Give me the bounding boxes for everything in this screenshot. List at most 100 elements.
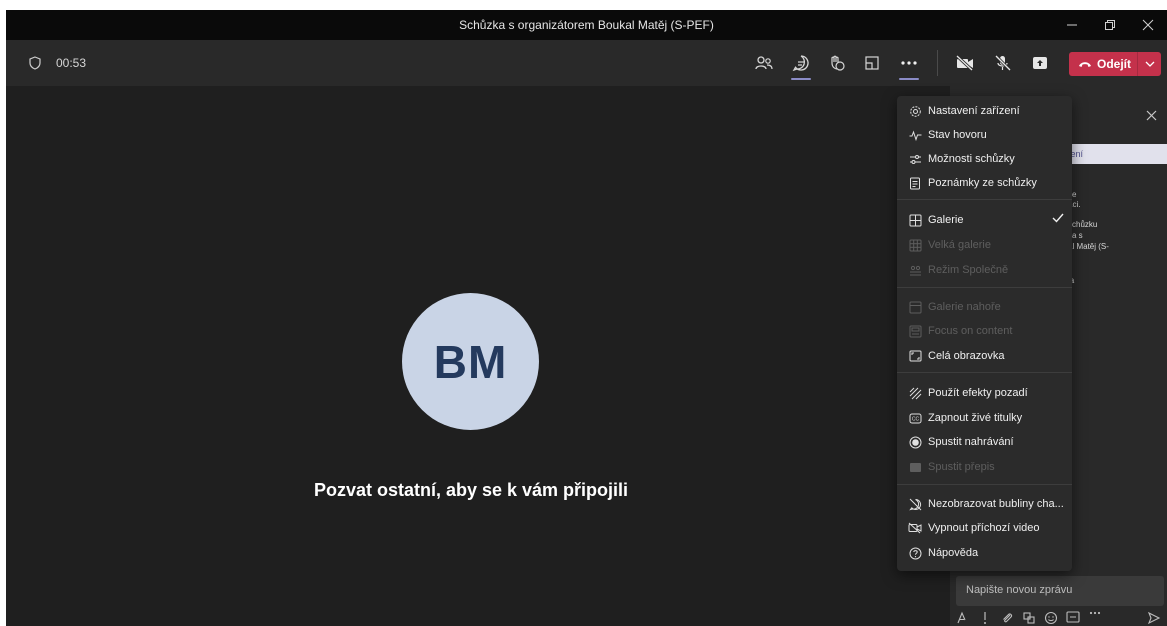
more-icon — [901, 61, 917, 65]
mic-off-icon — [994, 54, 1012, 72]
menu-item-background-effects[interactable]: Použít efekty pozadí — [897, 381, 1072, 405]
leave-button[interactable]: Odejít — [1069, 52, 1161, 76]
menu-item-label: Poznámky ze schůzky — [928, 177, 1037, 189]
active-tab-indicator — [899, 78, 919, 80]
captions-icon: CC — [908, 411, 922, 425]
meeting-timer: 00:53 — [56, 56, 87, 70]
transcript-icon — [908, 460, 922, 474]
menu-item-live-captions[interactable]: CC Zapnout živé titulky — [897, 406, 1072, 430]
menu-item-start-recording[interactable]: Spustit nahrávání — [897, 430, 1072, 454]
chat-text-line: schůzku — [1068, 220, 1098, 229]
format-icon[interactable] — [956, 611, 970, 625]
menu-divider — [897, 287, 1072, 288]
menu-item-label: Focus on content — [928, 325, 1013, 337]
chat-icon — [792, 55, 809, 72]
restore-button[interactable] — [1091, 10, 1129, 40]
meeting-toolbar: 00:53 Odejít — [6, 40, 1167, 86]
svg-text:CC: CC — [911, 416, 919, 422]
attach-icon[interactable] — [1000, 611, 1014, 625]
leave-label: Odejít — [1097, 57, 1132, 71]
menu-item-label: Velká galerie — [928, 239, 991, 251]
window-controls — [1053, 10, 1167, 40]
menu-item-label: Spustit nahrávání — [928, 436, 1014, 448]
teams-meeting-window: Schůzka s organizátorem Boukal Matěj (S-… — [6, 10, 1167, 626]
close-window-button[interactable] — [1129, 10, 1167, 40]
chat-bubble-off-icon — [908, 497, 922, 511]
pulse-icon — [908, 128, 922, 142]
more-actions-button[interactable] — [896, 50, 922, 80]
leave-main-button[interactable]: Odejít — [1069, 52, 1137, 76]
close-icon — [1146, 110, 1157, 121]
checkmark-icon — [1052, 213, 1064, 223]
loop-icon[interactable] — [1022, 611, 1036, 625]
window-title: Schůzka s organizátorem Boukal Matěj (S-… — [459, 18, 714, 32]
toolbar-divider — [937, 50, 938, 76]
send-icon[interactable] — [1147, 611, 1161, 625]
menu-item-focus-on-content: Focus on content — [897, 319, 1072, 343]
camera-toggle-button[interactable] — [952, 50, 978, 76]
menu-item-together-mode: Režim Společně — [897, 258, 1072, 282]
more-actions-menu: Nastavení zařízení Stav hovoru Možnosti … — [897, 96, 1072, 571]
menu-divider — [897, 484, 1072, 485]
menu-divider — [897, 372, 1072, 373]
menu-item-gallery[interactable]: Galerie — [897, 208, 1072, 232]
reactions-icon — [831, 55, 845, 71]
menu-item-label: Spustit přepis — [928, 461, 995, 473]
more-icon[interactable] — [1089, 611, 1101, 615]
gallery-icon — [908, 213, 922, 227]
fullscreen-icon — [908, 349, 922, 363]
focus-icon — [908, 324, 922, 338]
title-bar: Schůzka s organizátorem Boukal Matěj (S-… — [6, 10, 1167, 40]
menu-item-label: Galerie nahoře — [928, 301, 1001, 313]
menu-item-meeting-options[interactable]: Možnosti schůzky — [897, 147, 1072, 171]
background-effects-icon — [908, 386, 922, 400]
menu-item-label: Nastavení zařízení — [928, 105, 1020, 117]
reactions-button[interactable] — [824, 50, 850, 76]
priority-icon[interactable] — [980, 611, 990, 625]
menu-item-meeting-notes[interactable]: Poznámky ze schůzky — [897, 171, 1072, 195]
chat-text-line: al Matěj (S- — [1068, 242, 1109, 251]
compose-message-input[interactable]: Napište novou zprávu — [956, 576, 1164, 606]
gear-icon — [908, 104, 922, 118]
participants-button[interactable] — [751, 50, 777, 76]
breakout-rooms-button[interactable] — [859, 50, 885, 76]
mic-toggle-button[interactable] — [990, 50, 1016, 76]
emoji-icon[interactable] — [1044, 611, 1058, 625]
close-panel-button[interactable] — [1146, 108, 1157, 126]
menu-item-hide-chat-bubbles[interactable]: Nezobrazovat bubliny cha... — [897, 492, 1072, 516]
leave-options-button[interactable] — [1138, 61, 1161, 67]
share-screen-button[interactable] — [1027, 50, 1053, 76]
notes-icon — [908, 176, 922, 190]
menu-item-help[interactable]: Nápověda — [897, 541, 1072, 565]
sliders-icon — [908, 152, 922, 166]
together-icon — [908, 263, 922, 277]
menu-item-label: Celá obrazovka — [928, 350, 1005, 362]
video-off-icon — [908, 521, 922, 535]
menu-item-label: Galerie — [928, 214, 964, 226]
chat-button[interactable] — [788, 50, 814, 80]
menu-item-device-settings[interactable]: Nastavení zařízení — [897, 99, 1072, 123]
menu-item-start-transcript: Spustit přepis — [897, 455, 1072, 479]
menu-item-label: Nezobrazovat bubliny cha... — [928, 498, 1064, 510]
menu-item-large-gallery: Velká galerie — [897, 233, 1072, 257]
menu-item-label: Použít efekty pozadí — [928, 387, 1028, 399]
camera-off-icon — [955, 55, 974, 71]
phone-hangup-icon — [1079, 62, 1091, 67]
minimize-button[interactable] — [1053, 10, 1091, 40]
minimize-icon — [1067, 24, 1077, 26]
menu-item-full-screen[interactable]: Celá obrazovka — [897, 344, 1072, 368]
record-icon — [908, 435, 922, 449]
rooms-icon — [865, 56, 879, 70]
menu-item-label: Vypnout příchozí video — [928, 522, 1040, 534]
menu-item-call-health[interactable]: Stav hovoru — [897, 123, 1072, 147]
share-icon — [1033, 57, 1047, 69]
shield-icon — [29, 56, 41, 70]
gif-icon[interactable] — [1066, 611, 1080, 623]
menu-item-label: Stav hovoru — [928, 129, 987, 141]
compose-toolbar — [950, 610, 1167, 626]
menu-item-label: Režim Společně — [928, 264, 1009, 276]
menu-item-turn-off-incoming-video[interactable]: Vypnout příchozí video — [897, 516, 1072, 540]
menu-divider — [897, 199, 1072, 200]
menu-item-label: Možnosti schůzky — [928, 153, 1015, 165]
menu-item-label: Nápověda — [928, 547, 979, 559]
